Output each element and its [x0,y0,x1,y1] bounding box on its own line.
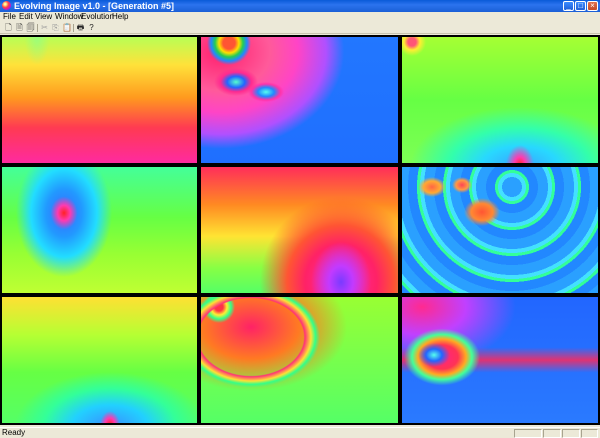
print-icon[interactable]: 🖶 [76,23,85,33]
help-icon[interactable]: ? [87,23,96,33]
menu-file[interactable]: File [3,12,16,22]
new-file-icon[interactable]: 🗋 [4,23,13,33]
menu-evolution[interactable]: Evolution [81,12,114,22]
image-tile-9[interactable] [400,295,600,425]
title-bar[interactable]: Evolving Image v1.0 - [Generation #5] _ … [0,0,600,12]
menu-bar: File Edit View Window Evolution Help [0,12,600,22]
save-file-icon[interactable]: 🗐 [26,23,35,33]
app-icon[interactable] [2,1,11,10]
toolbar: 🗋 🗎 🗐 ✂ ⎘ 📋 🖶 ? [0,22,600,34]
menu-view[interactable]: View [35,12,52,22]
status-text: Ready [2,428,26,437]
status-pane [514,429,542,438]
image-tile-6[interactable] [400,165,600,295]
toolbar-separator [73,24,74,32]
image-tile-7[interactable] [0,295,199,425]
minimize-button[interactable]: _ [563,1,574,11]
status-pane [581,429,598,438]
status-pane [543,429,561,438]
app-window: Evolving Image v1.0 - [Generation #5] _ … [0,0,600,438]
copy-icon[interactable]: ⎘ [51,23,60,33]
menu-edit[interactable]: Edit [19,12,33,22]
paste-icon[interactable]: 📋 [62,23,72,33]
close-button[interactable]: × [587,1,598,11]
image-tile-8[interactable] [199,295,400,425]
menu-window[interactable]: Window [55,12,83,22]
window-title: Evolving Image v1.0 - [Generation #5] [14,1,175,11]
maximize-button[interactable]: □ [575,1,586,11]
cut-icon[interactable]: ✂ [40,23,49,33]
image-tile-5[interactable] [199,165,400,295]
menu-help[interactable]: Help [112,12,128,22]
image-tile-3[interactable] [400,35,600,165]
toolbar-separator [37,24,38,32]
image-grid [0,35,600,427]
open-file-icon[interactable]: 🗎 [15,23,24,33]
status-pane [562,429,580,438]
image-tile-4[interactable] [0,165,199,295]
image-tile-1[interactable] [0,35,199,165]
image-tile-2[interactable] [199,35,400,165]
status-bar: Ready [0,427,600,438]
